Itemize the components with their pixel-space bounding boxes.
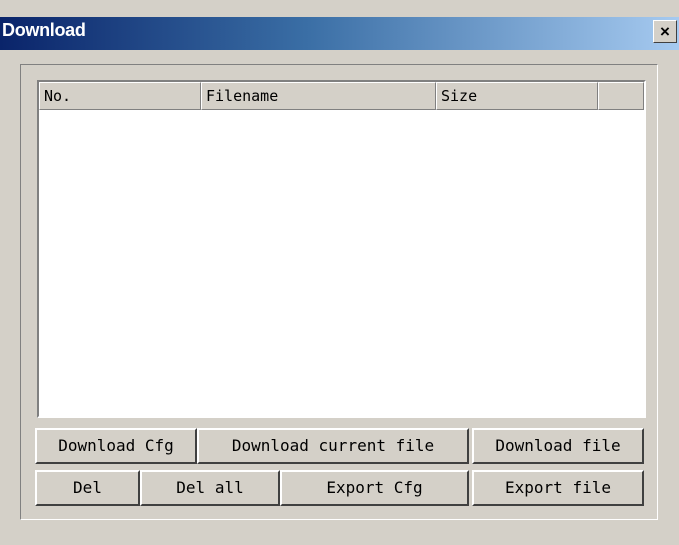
- export-file-button[interactable]: Export file: [472, 470, 644, 506]
- column-header-filename[interactable]: Filename: [201, 82, 436, 110]
- download-file-button[interactable]: Download file: [472, 428, 644, 464]
- column-header-no[interactable]: No.: [39, 82, 201, 110]
- list-header: No. Filename Size: [39, 82, 644, 110]
- download-current-file-button[interactable]: Download current file: [197, 428, 469, 464]
- download-cfg-button[interactable]: Download Cfg: [35, 428, 197, 464]
- close-button[interactable]: ×: [653, 20, 677, 43]
- column-header-size[interactable]: Size: [436, 82, 598, 110]
- file-list[interactable]: No. Filename Size: [37, 80, 646, 418]
- title-bar[interactable]: Download ×: [0, 17, 679, 50]
- list-body[interactable]: [39, 110, 644, 416]
- del-all-button[interactable]: Del all: [140, 470, 280, 506]
- export-cfg-button[interactable]: Export Cfg: [280, 470, 469, 506]
- del-button[interactable]: Del: [35, 470, 140, 506]
- close-icon: ×: [660, 22, 670, 41]
- download-dialog: Download × No. Filename Size Download Cf…: [0, 0, 679, 545]
- column-header-filler: [598, 82, 644, 110]
- window-title: Download: [2, 20, 86, 40]
